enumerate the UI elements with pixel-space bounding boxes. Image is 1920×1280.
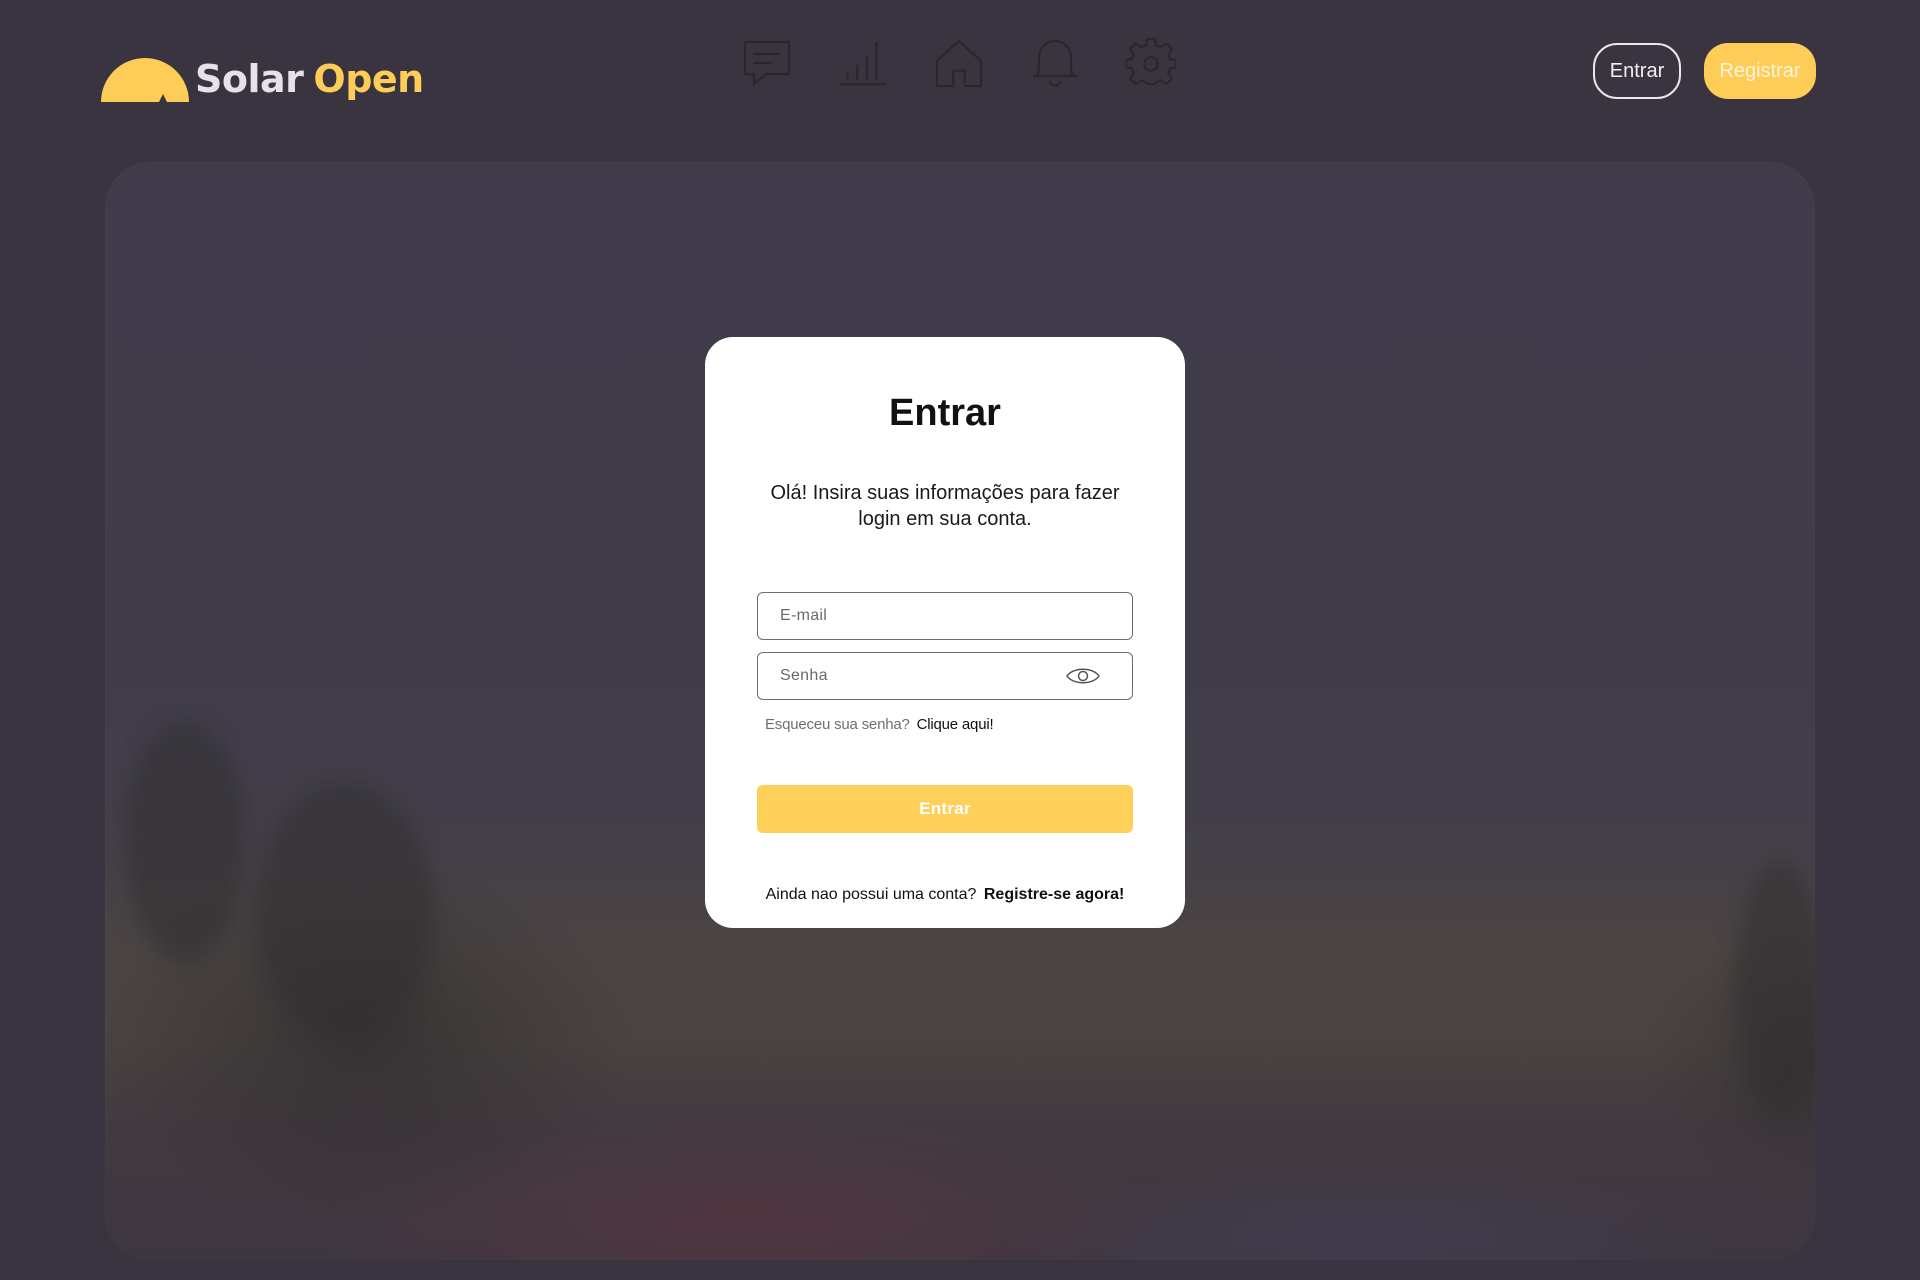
- forgot-password-link[interactable]: Clique aqui!: [917, 716, 994, 733]
- background-tree-shape: [125, 722, 245, 962]
- login-title: Entrar: [889, 392, 1001, 434]
- eye-icon[interactable]: [1066, 665, 1100, 687]
- page: Solar Open Entrar Registrar Entrar Olá! …: [0, 0, 1920, 1280]
- background-tree-shape: [1735, 862, 1815, 1122]
- brand-name: Solar Open: [195, 60, 424, 98]
- sun-rising-icon: [101, 56, 189, 102]
- login-card: Entrar Olá! Insira suas informações para…: [705, 337, 1185, 928]
- brand-name-solar: Solar: [195, 57, 304, 101]
- header-register-button[interactable]: Registrar: [1704, 43, 1816, 99]
- password-input[interactable]: [780, 653, 1080, 698]
- login-submit-button[interactable]: Entrar: [757, 785, 1133, 833]
- gear-icon[interactable]: [1126, 36, 1176, 90]
- chat-icon[interactable]: [742, 36, 792, 90]
- forgot-password-line: Esqueceu sua senha? Clique aqui!: [765, 716, 994, 733]
- register-prompt: Ainda nao possui uma conta? Registre-se …: [705, 886, 1185, 904]
- brand-name-open: Open: [313, 57, 424, 101]
- header-login-button[interactable]: Entrar: [1593, 43, 1681, 99]
- bell-icon[interactable]: [1030, 36, 1080, 90]
- home-icon[interactable]: [934, 36, 984, 90]
- bar-chart-icon[interactable]: [838, 36, 888, 90]
- main-nav: [742, 36, 1176, 90]
- password-field[interactable]: [757, 652, 1133, 700]
- email-input[interactable]: [780, 593, 1080, 638]
- brand-logo[interactable]: Solar Open: [101, 52, 424, 102]
- forgot-password-text: Esqueceu sua senha?: [765, 716, 910, 733]
- email-field[interactable]: [757, 592, 1133, 640]
- login-subtitle: Olá! Insira suas informações para fazer …: [770, 482, 1120, 530]
- background-tree-shape: [255, 782, 435, 1042]
- register-now-link[interactable]: Registre-se agora!: [984, 886, 1125, 903]
- no-account-text: Ainda nao possui uma conta?: [765, 886, 977, 903]
